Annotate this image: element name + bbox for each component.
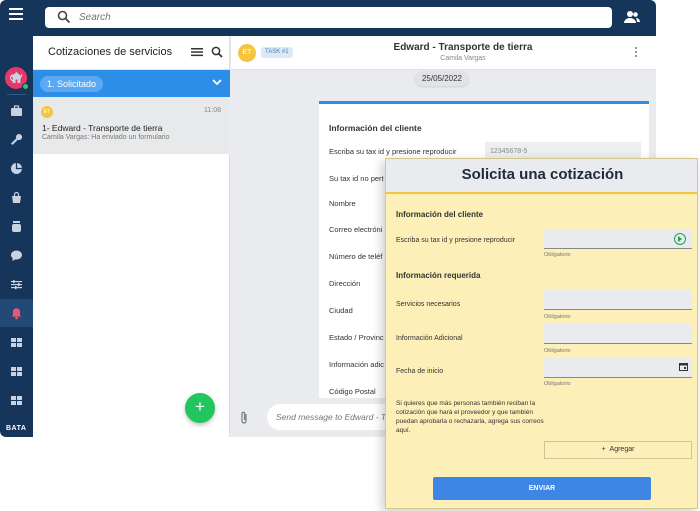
rail-pie[interactable] bbox=[0, 154, 33, 182]
rail-sliders[interactable] bbox=[0, 270, 33, 298]
status-pill: 1. Solicitado bbox=[40, 76, 104, 92]
home-icon bbox=[11, 71, 22, 83]
rail-tools[interactable] bbox=[0, 125, 33, 153]
tax-id-label: Escriba su tax id y presione reproducir bbox=[396, 237, 516, 244]
services-input[interactable] bbox=[544, 290, 692, 310]
dashboard-icon bbox=[11, 366, 22, 376]
card-row: Nombre bbox=[329, 199, 356, 208]
cc-note: Si quieres que más personas también reci… bbox=[396, 400, 544, 434]
bell-icon bbox=[11, 307, 22, 319]
chevron-down-icon[interactable] bbox=[212, 79, 222, 86]
chat-subtitle: Camila Vargas bbox=[440, 55, 486, 62]
brand-logo: BATA bbox=[6, 425, 27, 432]
card-row: Correo electróni bbox=[329, 225, 383, 234]
services-label: Servicios necesarios bbox=[396, 301, 461, 308]
add-email-button[interactable]: + Agregar bbox=[544, 441, 692, 459]
card-row: Ciudad bbox=[329, 306, 353, 315]
start-date-input[interactable] bbox=[544, 358, 692, 378]
briefcase-icon bbox=[11, 104, 22, 116]
filter-list-icon[interactable] bbox=[191, 47, 203, 57]
add-email-label: Agregar bbox=[609, 446, 635, 453]
rail-bag[interactable] bbox=[0, 183, 33, 211]
card-row: Estado / Provinc bbox=[329, 333, 384, 342]
new-conversation-button[interactable]: + bbox=[185, 393, 215, 423]
form-header: Solicita una cotización bbox=[386, 159, 697, 194]
conversations-panel: Cotizaciones de servicios 1. Solicitado … bbox=[33, 36, 230, 437]
required-hint: Obligatorio bbox=[544, 348, 571, 354]
search-box[interactable] bbox=[45, 7, 612, 28]
card-row: Número de teléf bbox=[329, 252, 383, 261]
conversation-name: 1- Edward - Transporte de tierra bbox=[42, 123, 163, 133]
card-row: Información adic bbox=[329, 360, 385, 369]
plus-icon: + bbox=[601, 446, 606, 453]
rail-notifications[interactable] bbox=[0, 299, 33, 327]
hamburger-menu-icon[interactable] bbox=[9, 8, 23, 20]
rail-chat[interactable] bbox=[0, 241, 33, 269]
rail-home[interactable] bbox=[0, 63, 33, 91]
search-input[interactable] bbox=[79, 10, 579, 25]
rail-divider bbox=[7, 94, 26, 95]
card-row: Dirección bbox=[329, 279, 361, 288]
rail-grid-3[interactable] bbox=[0, 386, 33, 414]
chat-avatar: ET bbox=[238, 44, 256, 62]
search-icon bbox=[57, 10, 71, 24]
attachment-icon[interactable] bbox=[240, 411, 248, 425]
chat-bubble-icon bbox=[11, 250, 22, 261]
conversation-preview: Camila Vargas: Ha enviado un formulario bbox=[42, 134, 170, 141]
required-info-heading: Información requerida bbox=[396, 271, 481, 280]
chat-header: ET TASK #1 Edward - Transporte de tierra… bbox=[231, 36, 656, 70]
rail-jar[interactable] bbox=[0, 212, 33, 240]
left-rail: CV bbox=[0, 36, 33, 437]
conversation-time: 11:08 bbox=[204, 107, 221, 114]
people-icon[interactable] bbox=[624, 10, 640, 24]
client-info-heading: Información del cliente bbox=[396, 210, 484, 219]
chat-title: Edward - Transporte de tierra bbox=[393, 42, 533, 53]
card-row: Código Postal bbox=[329, 387, 376, 396]
task-tag[interactable]: TASK #1 bbox=[261, 47, 293, 58]
conversation-badge: ET bbox=[41, 106, 53, 118]
required-hint: Obligatorio bbox=[544, 252, 571, 258]
date-divider: 25/05/2022 bbox=[415, 71, 469, 86]
card-row: Escriba su tax id y presione reproducir bbox=[329, 147, 457, 156]
quote-request-form: Solicita una cotización Información del … bbox=[385, 158, 698, 509]
rail-grid-2[interactable] bbox=[0, 357, 33, 385]
bag-icon bbox=[12, 191, 21, 203]
additional-info-input[interactable] bbox=[544, 324, 692, 344]
top-bar bbox=[0, 0, 656, 36]
additional-info-label: Información Adicional bbox=[396, 335, 463, 342]
start-date-label: Fecha de inicio bbox=[396, 368, 444, 375]
calendar-icon[interactable] bbox=[679, 362, 688, 371]
wrench-icon bbox=[11, 133, 23, 145]
play-icon[interactable] bbox=[674, 233, 686, 245]
dashboard-icon bbox=[11, 337, 22, 347]
card-section-title: Información del cliente bbox=[329, 123, 422, 133]
form-title: Solicita una cotización bbox=[461, 166, 624, 183]
tax-id-input[interactable] bbox=[544, 229, 692, 249]
search-icon[interactable] bbox=[211, 46, 223, 58]
sliders-icon bbox=[11, 279, 22, 289]
rail-grid-1[interactable] bbox=[0, 328, 33, 356]
conversation-list-item[interactable]: ET 11:08 1- Edward - Transporte de tierr… bbox=[33, 97, 230, 154]
status-filter[interactable]: 1. Solicitado bbox=[33, 70, 230, 97]
required-hint: Obligatorio bbox=[544, 314, 571, 320]
conversations-header: Cotizaciones de servicios bbox=[33, 36, 230, 70]
pie-chart-icon bbox=[11, 162, 22, 174]
rail-briefcase[interactable] bbox=[0, 96, 33, 124]
submit-button[interactable]: ENVIAR bbox=[433, 477, 651, 500]
conversations-title: Cotizaciones de servicios bbox=[48, 46, 173, 58]
required-hint: Obligatorio bbox=[544, 381, 571, 387]
more-options-icon[interactable] bbox=[635, 47, 639, 59]
card-row: Su tax id no pert bbox=[329, 174, 384, 183]
dashboard-icon bbox=[11, 395, 22, 405]
jar-icon bbox=[12, 220, 21, 232]
